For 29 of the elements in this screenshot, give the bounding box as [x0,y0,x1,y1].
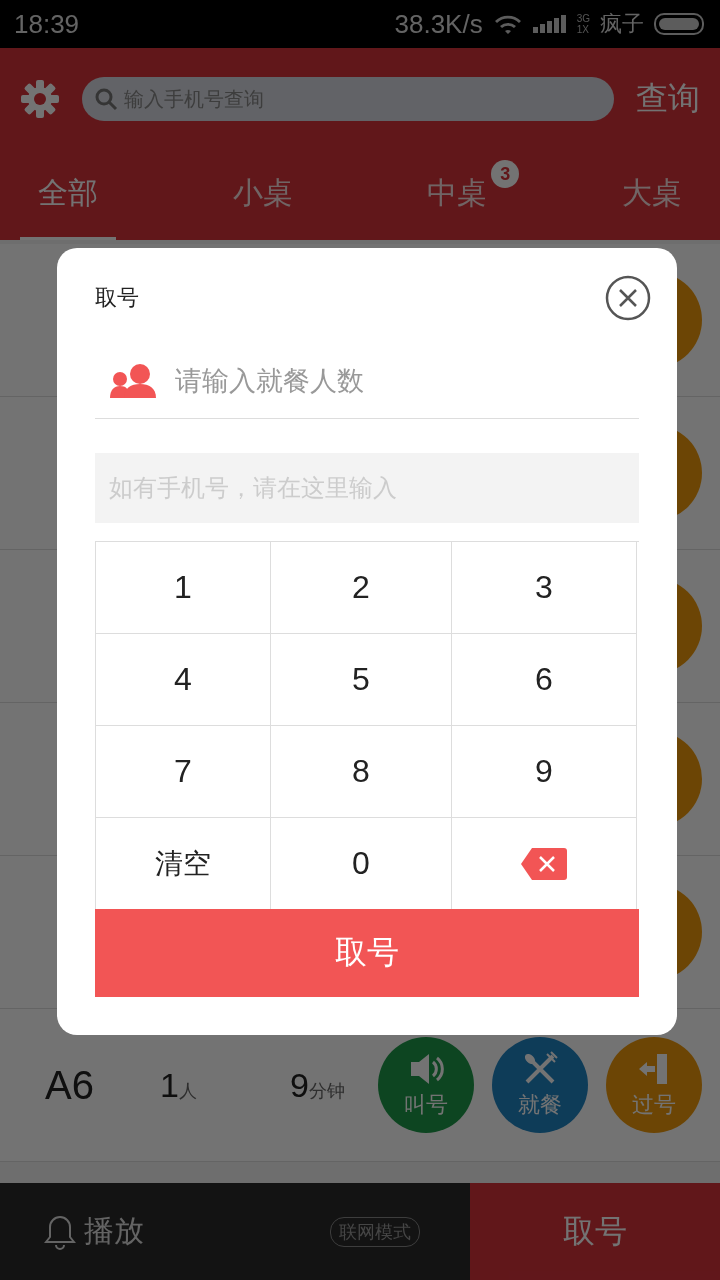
keypad-key[interactable]: 3 [452,542,637,634]
backspace-icon [520,845,568,882]
keypad-key[interactable]: 2 [271,542,452,634]
bell-icon [44,1213,76,1250]
party-size-field[interactable]: 请输入就餐人数 [173,364,639,398]
carrier-name: 疯子 [600,10,644,38]
settings-icon[interactable] [20,79,60,119]
dialog-title: 取号 [95,284,139,312]
close-icon[interactable] [605,275,651,321]
network-type: 1X [576,24,590,35]
keypad-key[interactable]: 9 [452,726,637,818]
network-type: 3G [576,13,590,24]
search-icon [94,87,118,111]
network-speed: 38.3K/s [394,8,483,40]
wait-time: 9分钟 [290,1065,346,1105]
count-badge: 3 [491,160,520,188]
queue-number: A6 [45,1062,95,1108]
clock-time: 18:39 [14,8,80,40]
people-icon [109,362,159,400]
keypad-key[interactable]: 5 [271,634,452,726]
party-size: 1人 [160,1065,198,1105]
keypad-key[interactable]: 4 [95,634,271,726]
keypad-key[interactable]: 7 [95,726,271,818]
keypad-key[interactable]: 1 [95,542,271,634]
battery-icon [654,13,706,35]
signal-icon [532,15,567,33]
keypad-key[interactable]: 8 [271,726,452,818]
clear-key[interactable]: 清空 [95,818,271,910]
keypad-key[interactable]: 6 [452,634,637,726]
